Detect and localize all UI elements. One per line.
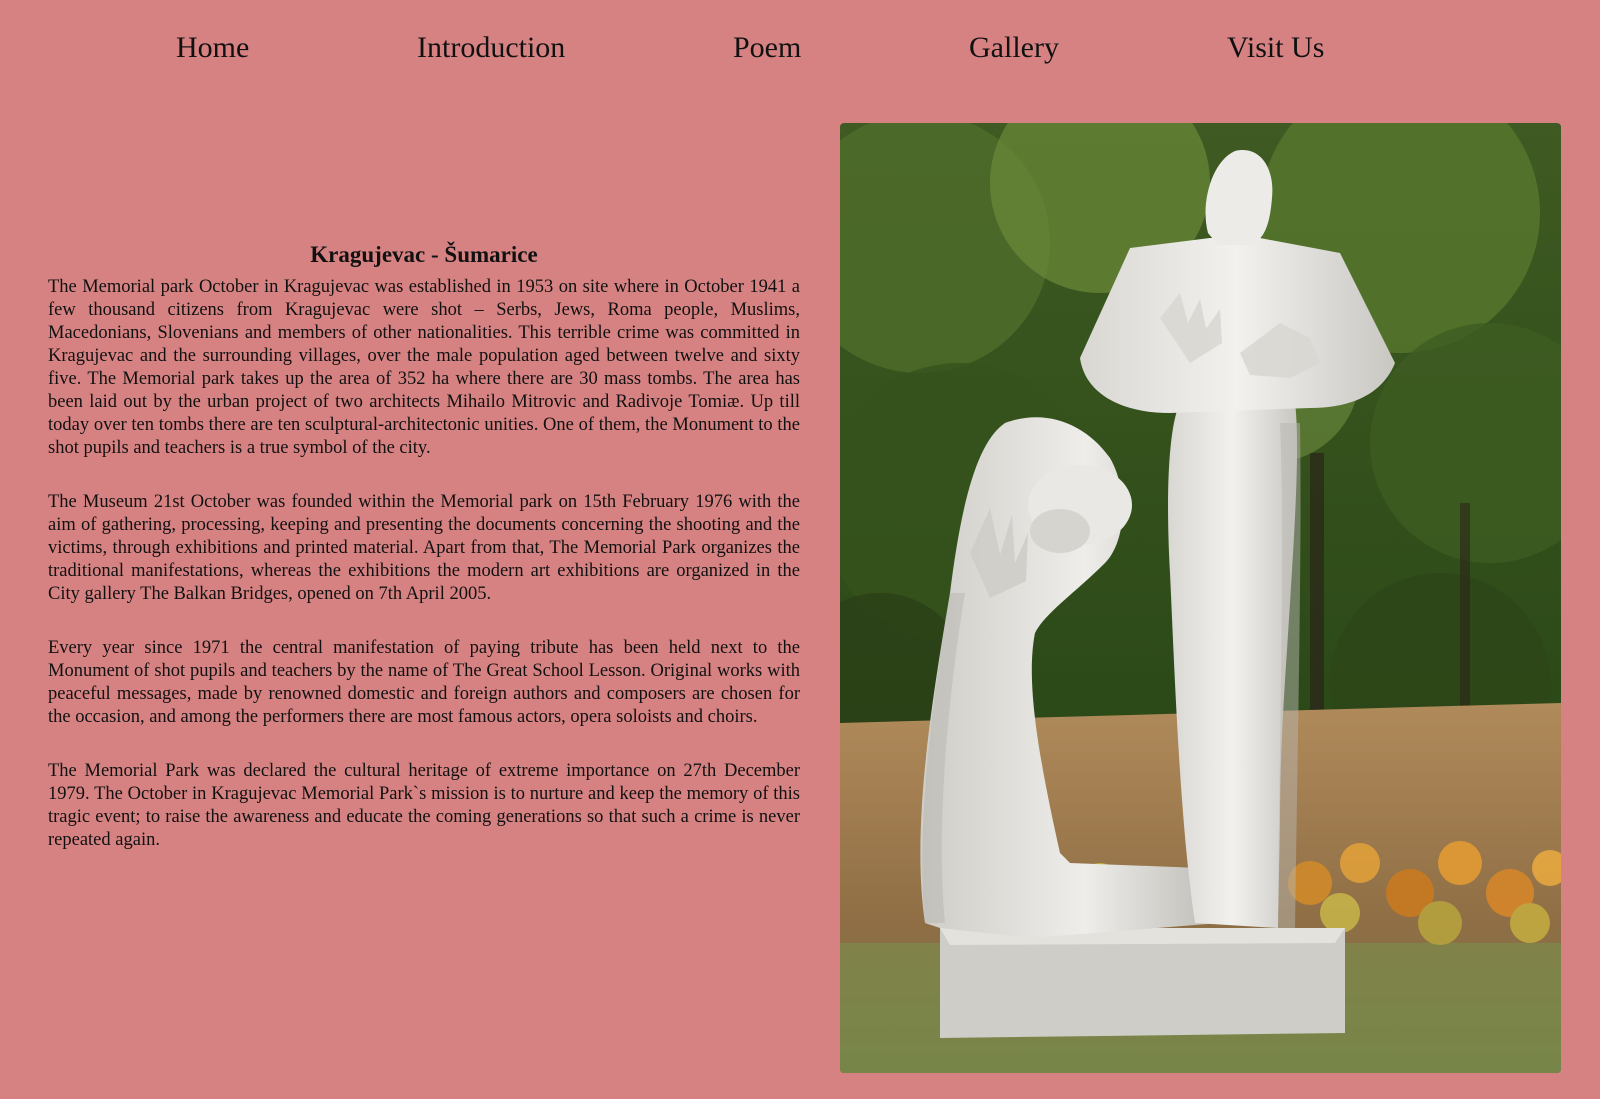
article-paragraph-museum: The Museum 21st October was founded with… <box>48 492 800 604</box>
nav-link-home[interactable]: Home <box>176 28 249 68</box>
article-paragraph-history: The Memorial park October in Kragujevac … <box>48 277 800 458</box>
monument-photo <box>840 123 1561 1073</box>
top-navigation: Home Introduction Poem Gallery Visit Us <box>0 0 1600 100</box>
article: Kragujevac - Šumarice The Memorial park … <box>48 240 800 883</box>
nav-link-visit-us[interactable]: Visit Us <box>1227 28 1324 68</box>
article-title: Kragujevac - Šumarice <box>310 242 538 267</box>
nav-link-poem[interactable]: Poem <box>733 28 801 68</box>
monument-sculpture-image <box>840 123 1561 1073</box>
article-paragraph-heritage: The Memorial Park was declared the cultu… <box>48 761 800 850</box>
nav-link-introduction[interactable]: Introduction <box>417 28 565 68</box>
nav-link-gallery[interactable]: Gallery <box>969 28 1059 68</box>
article-paragraph-manifestation: Every year since 1971 the central manife… <box>48 638 800 727</box>
